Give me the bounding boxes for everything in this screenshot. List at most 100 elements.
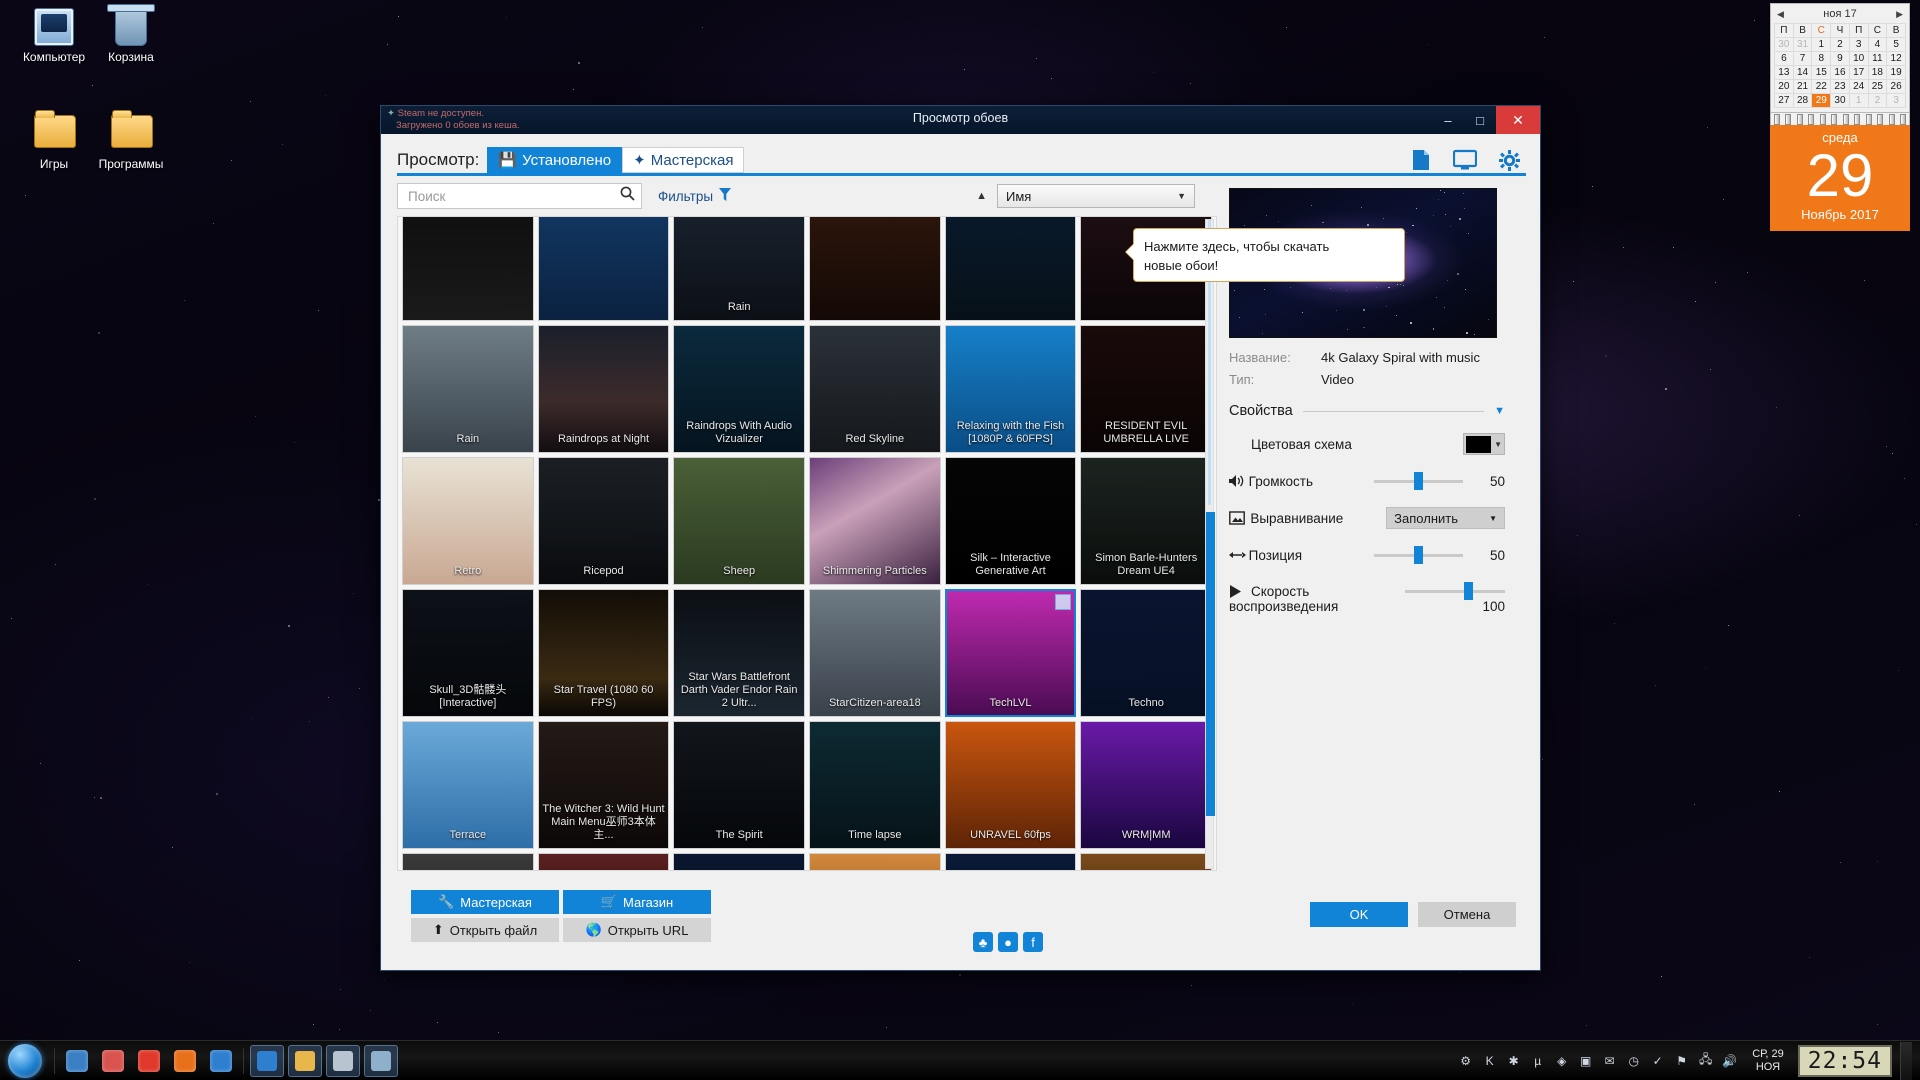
calendar-day-cell[interactable]: 2 <box>1868 94 1887 108</box>
wallpaper-tile[interactable]: The Witcher 3: Wild Hunt Main Menu巫师3本体主… <box>538 721 670 849</box>
calendar-day-cell[interactable]: 30 <box>1775 38 1794 52</box>
calendar-gadget[interactable]: ◀ ноя 17 ▶ ПВСЧПСВ 30 31 1 2 3 4 5 6 7 8 9 10 11 12 13… <box>1770 3 1910 231</box>
app2-taskbar-icon[interactable] <box>364 1045 398 1077</box>
tray-bluetooth-icon[interactable]: ✱ <box>1505 1052 1522 1069</box>
minimize-icon[interactable]: – <box>1432 106 1464 134</box>
window-titlebar[interactable]: ✦ Steam не доступен. Загружено 0 обоев и… <box>381 106 1540 134</box>
tab-workshop[interactable]: ✦ Мастерская <box>622 147 744 173</box>
calendar-day-cell[interactable]: 3 <box>1887 94 1906 108</box>
wallpaper-tile[interactable]: TechLVL <box>945 589 1077 717</box>
calendar-day-cell[interactable]: 14 <box>1793 66 1812 80</box>
chevron-left-icon[interactable]: ◀ <box>1777 9 1784 20</box>
cancel-button[interactable]: Отмена <box>1418 902 1516 927</box>
maximize-icon[interactable]: □ <box>1464 106 1496 134</box>
tray-volume-icon[interactable]: 🔊 <box>1721 1052 1738 1069</box>
wallpaper-tile[interactable]: Rain <box>402 325 534 453</box>
steam-icon[interactable]: ♣ <box>973 932 993 952</box>
calendar-day-cell[interactable]: 15 <box>1812 66 1831 80</box>
wallpaper-tile[interactable]: UNRAVEL 60fps <box>945 721 1077 849</box>
tray-flag-icon[interactable]: ⚑ <box>1673 1052 1690 1069</box>
start-button[interactable] <box>0 1041 50 1080</box>
wallpaper-tile[interactable]: Techno <box>1080 589 1212 717</box>
close-icon[interactable]: ✕ <box>1496 106 1540 134</box>
alignment-select[interactable]: Заполнить ▼ <box>1386 507 1505 529</box>
calendar-day-cell[interactable]: 23 <box>1831 80 1850 94</box>
wallpaper-tile[interactable]: Raindrops at Night <box>538 325 670 453</box>
calendar-day-cell[interactable]: 19 <box>1887 66 1906 80</box>
wallpaper-tile[interactable]: Terrace <box>402 721 534 849</box>
volume-slider[interactable] <box>1374 471 1463 491</box>
wallpaper-tile[interactable] <box>809 216 941 321</box>
wallpaper-tile[interactable]: Simon Barle-Hunters Dream UE4 <box>1080 457 1212 585</box>
file-icon[interactable] <box>1411 149 1431 171</box>
wallpaper-tile[interactable]: Relaxing with the Fish [1080P & 60FPS] <box>945 325 1077 453</box>
calendar-day-cell[interactable]: 6 <box>1775 52 1794 66</box>
wallpaper-tile[interactable]: Sheep <box>673 457 805 585</box>
tray-shield-icon[interactable]: ◈ <box>1553 1052 1570 1069</box>
sort-select[interactable]: Имя ▼ <box>997 184 1195 208</box>
calendar-day-cell[interactable]: 4 <box>1868 38 1887 52</box>
show-desktop-button[interactable] <box>1900 1042 1912 1080</box>
open-url-button[interactable]: 🌎 Открыть URL <box>563 918 711 942</box>
tray-media-icon[interactable]: ▣ <box>1577 1052 1594 1069</box>
calendar-day-cell[interactable]: 30 <box>1831 94 1850 108</box>
calendar-day-cell[interactable]: 12 <box>1887 52 1906 66</box>
search-box[interactable] <box>397 183 642 209</box>
scrollbar-thumb[interactable] <box>1206 512 1215 817</box>
calendar-day-cell[interactable]: 25 <box>1868 80 1887 94</box>
wallpaper-tile[interactable] <box>402 853 534 871</box>
calendar-day-cell[interactable]: 22 <box>1812 80 1831 94</box>
wallpaper-tile[interactable]: Shimmering Particles <box>809 457 941 585</box>
tray-usb-icon[interactable]: ✓ <box>1649 1052 1666 1069</box>
opera-taskbar-icon[interactable] <box>133 1045 165 1077</box>
calendar-day-cell[interactable]: 18 <box>1868 66 1887 80</box>
calendar-day-cell[interactable]: 3 <box>1849 38 1868 52</box>
calendar-day-cell[interactable]: 21 <box>1793 80 1812 94</box>
filters-button[interactable]: Фильтры <box>658 188 731 204</box>
tray-clock-app-icon[interactable]: ◷ <box>1625 1052 1642 1069</box>
wallpaper-tile[interactable]: Star Wars Battlefront Darth Vader Endor … <box>673 589 805 717</box>
tray-mail-icon[interactable]: ✉ <box>1601 1052 1618 1069</box>
facebook-icon[interactable]: f <box>1023 932 1043 952</box>
calendar-day-cell[interactable]: 16 <box>1831 66 1850 80</box>
slider-handle[interactable] <box>1414 546 1423 564</box>
chevron-right-icon[interactable]: ▶ <box>1896 9 1903 20</box>
slider-handle[interactable] <box>1464 582 1473 600</box>
tray-kaspersky-icon[interactable]: K <box>1481 1052 1498 1069</box>
open-file-button[interactable]: ⬆ Открыть файл <box>411 918 559 942</box>
calendar-day-cell[interactable]: 24 <box>1849 80 1868 94</box>
wallpaper-tile[interactable] <box>673 853 805 871</box>
calendar-day-cell[interactable]: 1 <box>1812 38 1831 52</box>
wallpaper-tile[interactable]: StarCitizen-area18 <box>809 589 941 717</box>
position-slider[interactable] <box>1374 545 1463 565</box>
wallpaper-tile[interactable]: Time lapse <box>809 721 941 849</box>
wallpaper-tile[interactable]: Star Travel (1080 60 FPS) <box>538 589 670 717</box>
calendar-day-cell[interactable]: 2 <box>1831 38 1850 52</box>
monitor-icon[interactable] <box>1453 149 1477 171</box>
desktop-icon-recycle-bin[interactable]: Корзина <box>85 8 177 64</box>
calendar-day-cell[interactable]: 20 <box>1775 80 1794 94</box>
calendar-day-cell[interactable]: 31 <box>1793 38 1812 52</box>
tab-installed[interactable]: 💾 Установлено <box>487 147 622 173</box>
sort-ascending-icon[interactable]: ▲ <box>976 190 987 202</box>
wallpaper-tile[interactable]: The Spirit <box>673 721 805 849</box>
calendar-day-cell[interactable]: 9 <box>1831 52 1850 66</box>
wallpaper-tile[interactable]: Rain <box>673 216 805 321</box>
wallpaper-tile[interactable]: Skull_3D骷髅头[Interactive] <box>402 589 534 717</box>
color-scheme-picker[interactable]: ▼ <box>1463 433 1505 455</box>
calendar-day-cell[interactable]: 5 <box>1887 38 1906 52</box>
wallpaper-tile[interactable]: WRM|MM <box>1080 721 1212 849</box>
calendar-day-cell[interactable]: 28 <box>1793 94 1812 108</box>
calendar-day-cell[interactable]: 11 <box>1868 52 1887 66</box>
grid-scrollbar[interactable] <box>1205 219 1214 869</box>
speed-slider[interactable] <box>1405 581 1505 601</box>
wallpaper-tile[interactable]: RESIDENT EVIL UMBRELLA LIVE <box>1080 325 1212 453</box>
calendar-day-cell[interactable]: 17 <box>1849 66 1868 80</box>
tray-network-icon[interactable]: 🖧 <box>1697 1052 1714 1069</box>
wallpaper-tile[interactable] <box>945 853 1077 871</box>
properties-section-header[interactable]: Свойства ▼ <box>1229 403 1505 419</box>
wallpaper-engine-taskbar-icon[interactable] <box>250 1045 284 1077</box>
wallpaper-tile[interactable]: Silk – Interactive Generative Art <box>945 457 1077 585</box>
calendar-day-cell[interactable]: 7 <box>1793 52 1812 66</box>
desktop-icon-programs[interactable]: Программы <box>85 112 177 171</box>
